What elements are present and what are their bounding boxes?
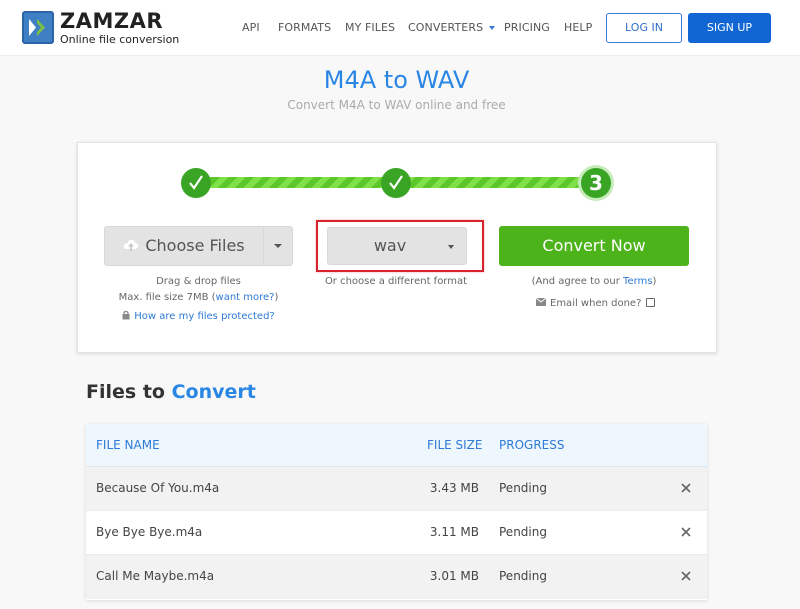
agree-prefix: (And agree to our bbox=[531, 276, 624, 287]
logo-tagline: Online file conversion bbox=[60, 33, 180, 46]
logo-trademark: ™ bbox=[152, 12, 158, 19]
step-1-done bbox=[181, 168, 211, 198]
table-row: Because Of You.m4a 3.43 MB Pending bbox=[86, 467, 707, 511]
agree-terms-text: (And agree to our Terms) bbox=[499, 276, 689, 287]
file-name: Bye Bye Bye.m4a bbox=[96, 525, 203, 539]
signup-button[interactable]: SIGN UP bbox=[688, 13, 771, 43]
nav-converters[interactable]: CONVERTERS bbox=[408, 21, 496, 34]
files-table: FILE NAME FILE SIZE PROGRESS Because Of … bbox=[86, 424, 707, 600]
convert-now-button[interactable]: Convert Now bbox=[499, 226, 689, 266]
column-progress: PROGRESS bbox=[499, 438, 565, 452]
email-when-done-row: Email when done? bbox=[536, 297, 656, 309]
check-icon bbox=[389, 175, 403, 190]
zamzar-logo[interactable]: ZAMZAR ™ Online file conversion bbox=[22, 9, 182, 47]
files-table-header: FILE NAME FILE SIZE PROGRESS bbox=[86, 424, 707, 467]
caret-down-icon bbox=[274, 244, 282, 248]
nav-my-files[interactable]: MY FILES bbox=[345, 21, 395, 34]
file-size: 3.43 MB bbox=[429, 481, 479, 495]
max-file-size-text: Max. file size 7MB (want more?) bbox=[104, 292, 293, 303]
envelope-icon bbox=[536, 298, 546, 306]
files-section-title: Files to Convert bbox=[86, 381, 256, 403]
table-row: Call Me Maybe.m4a 3.01 MB Pending bbox=[86, 555, 707, 599]
format-highlight-annotation bbox=[316, 220, 484, 272]
choose-files-dropdown[interactable] bbox=[263, 226, 293, 266]
column-file-size: FILE SIZE bbox=[427, 438, 483, 452]
nav-converters-label: CONVERTERS bbox=[408, 21, 484, 34]
file-progress: Pending bbox=[499, 525, 547, 539]
lock-icon bbox=[122, 310, 130, 320]
nav-pricing[interactable]: PRICING bbox=[504, 21, 550, 34]
email-when-done-checkbox[interactable] bbox=[646, 297, 656, 307]
nav-help[interactable]: HELP bbox=[564, 21, 592, 34]
terms-link[interactable]: Terms bbox=[623, 276, 652, 287]
logo-arrows-icon bbox=[22, 11, 54, 44]
login-button[interactable]: LOG IN bbox=[606, 13, 682, 43]
page-subtitle: Convert M4A to WAV online and free bbox=[287, 98, 506, 112]
check-icon bbox=[189, 175, 203, 190]
step-3-current: 3 bbox=[581, 168, 611, 198]
remove-file-icon[interactable] bbox=[680, 526, 692, 538]
file-size: 3.11 MB bbox=[429, 525, 479, 539]
choose-files-button[interactable]: Choose Files bbox=[104, 226, 264, 266]
column-file-name: FILE NAME bbox=[96, 438, 160, 452]
remove-file-icon[interactable] bbox=[680, 570, 692, 582]
email-when-done-label: Email when done? bbox=[550, 298, 642, 309]
format-hint: Or choose a different format bbox=[324, 276, 468, 287]
file-name: Because Of You.m4a bbox=[96, 481, 220, 495]
files-protected-row: How are my files protected? bbox=[104, 310, 293, 322]
remove-file-icon[interactable] bbox=[680, 482, 692, 494]
files-title-accent: Convert bbox=[171, 381, 256, 403]
max-size-label: Max. file size 7MB ( bbox=[118, 292, 216, 303]
max-size-close: ) bbox=[274, 292, 279, 303]
choose-files-label: Choose Files bbox=[145, 236, 245, 255]
table-row: Bye Bye Bye.m4a 3.11 MB Pending bbox=[86, 511, 707, 555]
drag-drop-text: Drag & drop files bbox=[156, 276, 241, 287]
files-protected-link[interactable]: How are my files protected? bbox=[134, 311, 274, 322]
agree-suffix: ) bbox=[652, 276, 657, 287]
want-more-link[interactable]: want more? bbox=[216, 292, 275, 303]
nav-formats[interactable]: FORMATS bbox=[278, 21, 331, 34]
file-progress: Pending bbox=[499, 481, 547, 495]
file-progress: Pending bbox=[499, 569, 547, 583]
cloud-upload-icon bbox=[123, 239, 139, 251]
file-name: Call Me Maybe.m4a bbox=[96, 569, 215, 583]
logo-name: ZAMZAR bbox=[60, 9, 164, 33]
files-title-prefix: Files to bbox=[86, 381, 165, 403]
file-size: 3.01 MB bbox=[429, 569, 479, 583]
site-header: ZAMZAR ™ Online file conversion API FORM… bbox=[0, 0, 800, 56]
nav-api[interactable]: API bbox=[242, 21, 260, 34]
caret-down-icon bbox=[489, 26, 496, 30]
page-title: M4A to WAV bbox=[323, 66, 470, 94]
step-2-done bbox=[381, 168, 411, 198]
